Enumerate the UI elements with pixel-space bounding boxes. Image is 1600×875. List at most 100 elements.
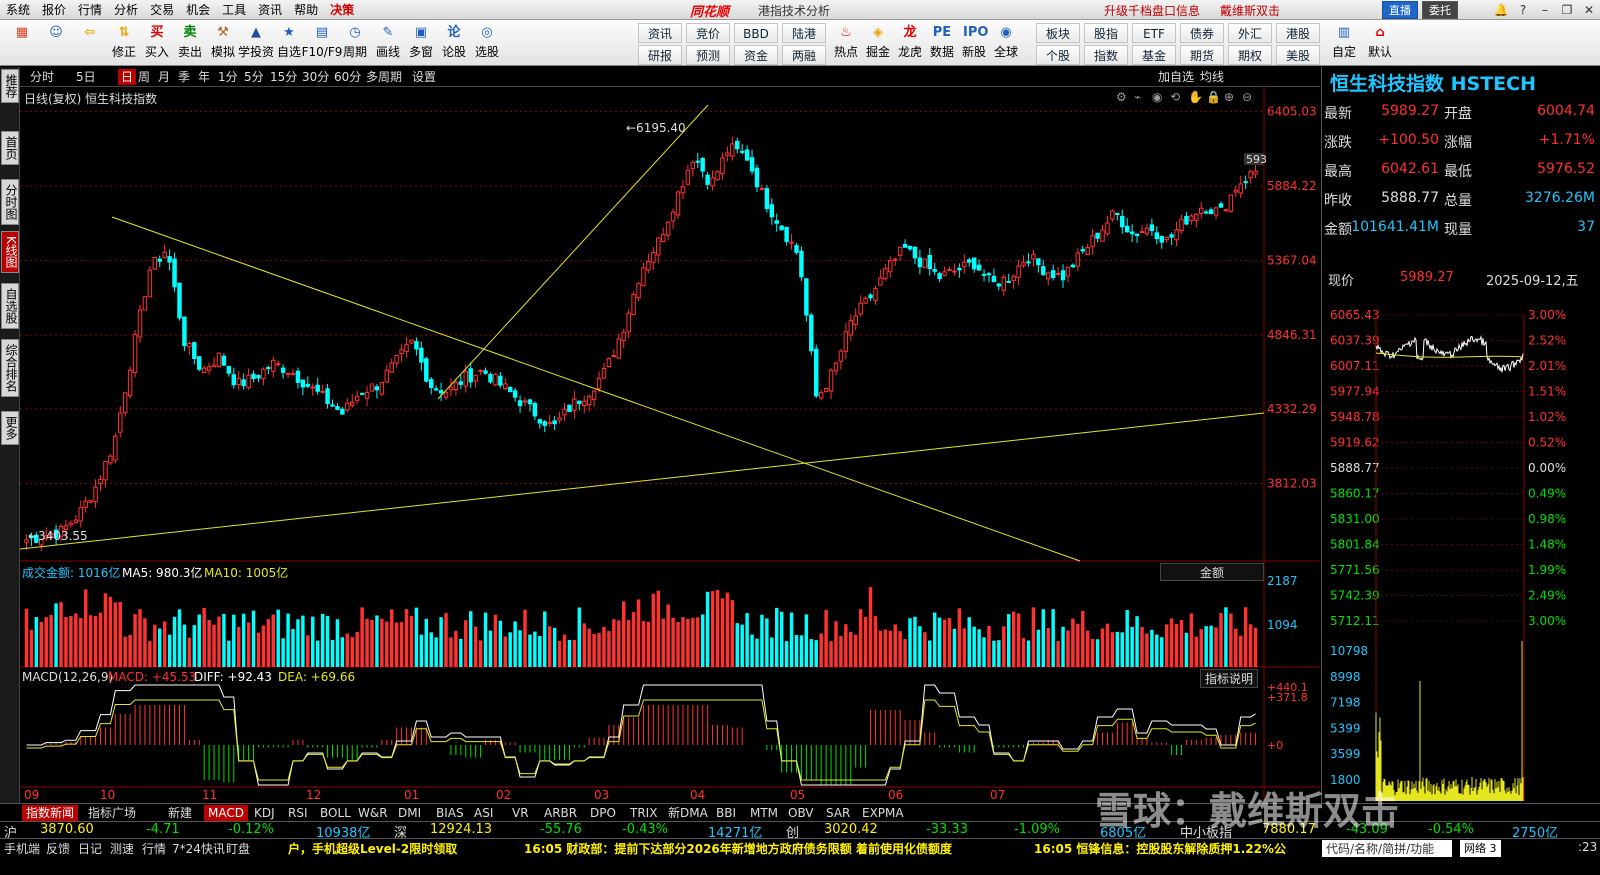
period-3[interactable]: 周: [138, 69, 150, 85]
status-item-1[interactable]: 反馈: [46, 840, 70, 857]
indicator-tab-10[interactable]: ASI: [474, 805, 493, 821]
toolbar-button-home[interactable]: ⌂ 默认: [1364, 22, 1396, 64]
menu-item-6[interactable]: 工具: [216, 0, 252, 20]
status-item-3[interactable]: 测速: [110, 840, 134, 857]
indicator-tab-14[interactable]: TRIX: [630, 805, 657, 821]
indicator-tab-19[interactable]: SAR: [826, 805, 850, 821]
menu-item-1[interactable]: 报价: [36, 0, 72, 20]
quick-button-1-1[interactable]: 预测: [686, 45, 730, 65]
news-ticker-3[interactable]: 16:05 恒锋信息：控股股东解除质押1.22%公: [1034, 840, 1286, 857]
status-item-0[interactable]: 手机端: [4, 840, 40, 857]
leftnav-5[interactable]: 综合排名: [1, 339, 19, 397]
quick-button-1-2[interactable]: 资金: [734, 45, 778, 65]
period-11[interactable]: 60分: [334, 69, 361, 85]
indicator-tab-9[interactable]: BIAS: [436, 805, 464, 821]
menu-item-2[interactable]: 行情: [72, 0, 108, 20]
toolbar-button-robot[interactable]: ☺: [40, 22, 72, 64]
market-button-1-1[interactable]: 指数: [1084, 45, 1128, 65]
period-0[interactable]: 分时: [30, 69, 54, 85]
indicator-tab-6[interactable]: BOLL: [320, 805, 351, 821]
toolbar-button-globe[interactable]: ◉ 全球: [990, 22, 1022, 64]
leftnav-2[interactable]: 分时图: [1, 179, 19, 225]
period-13[interactable]: 设置: [412, 69, 436, 85]
status-item-2[interactable]: 日记: [78, 840, 102, 857]
period-9[interactable]: 15分: [270, 69, 297, 85]
toolbar-button-select[interactable]: ◎ 选股: [471, 22, 503, 64]
promo-link-level2[interactable]: 升级千档盘口信息: [1104, 2, 1200, 19]
ma-toggle[interactable]: 均线: [1200, 69, 1224, 85]
menu-item-4[interactable]: 交易: [144, 0, 180, 20]
indicator-tab-15[interactable]: 新DMA: [668, 805, 708, 821]
quick-button-1-0[interactable]: 研报: [638, 45, 682, 65]
market-button-1-0[interactable]: 个股: [1036, 45, 1080, 65]
search-box[interactable]: 代码/名称/简拼/功能: [1322, 840, 1452, 857]
leftnav-4[interactable]: 自选股: [1, 283, 19, 329]
period-2[interactable]: 日: [118, 69, 137, 85]
market-button-0-2[interactable]: ETF: [1132, 23, 1176, 43]
menu-item-5[interactable]: 机会: [180, 0, 216, 20]
leftnav-1[interactable]: 首页: [1, 131, 19, 165]
indicator-tab-12[interactable]: ARBR: [544, 805, 577, 821]
indicator-tab-1[interactable]: 指标广场: [88, 805, 136, 821]
volume-selector[interactable]: 金额: [1160, 563, 1264, 581]
indicator-tab-8[interactable]: DMI: [398, 805, 421, 821]
status-item-4[interactable]: 行情: [142, 840, 166, 857]
status-item-6[interactable]: 盯盘: [226, 840, 250, 857]
sz-value[interactable]: 12924.13: [430, 822, 492, 837]
close-icon[interactable]: ✕: [1578, 0, 1600, 20]
market-button-0-0[interactable]: 板块: [1036, 23, 1080, 43]
market-button-0-1[interactable]: 股指: [1084, 23, 1128, 43]
period-10[interactable]: 30分: [302, 69, 329, 85]
indicator-tab-13[interactable]: DPO: [590, 805, 616, 821]
indicator-tab-2[interactable]: 新建: [168, 805, 192, 821]
bell-icon[interactable]: 🔔: [1490, 0, 1512, 20]
leftnav-0[interactable]: 推荐: [1, 69, 19, 103]
menu-item-3[interactable]: 分析: [108, 0, 144, 20]
leftnav-3[interactable]: K线图: [1, 231, 19, 273]
quick-button-0-0[interactable]: 资讯: [638, 23, 682, 43]
period-12[interactable]: 多周期: [366, 69, 402, 85]
market-button-0-5[interactable]: 港股: [1276, 23, 1320, 43]
minimize-icon[interactable]: –: [1534, 0, 1556, 20]
quick-button-1-3[interactable]: 两融: [782, 45, 826, 65]
indicator-tab-11[interactable]: VR: [512, 805, 529, 821]
indicator-tab-16[interactable]: BBI: [716, 805, 736, 821]
market-button-1-2[interactable]: 基金: [1132, 45, 1176, 65]
indicator-help-button[interactable]: 指标说明: [1200, 669, 1259, 688]
restore-icon[interactable]: ❐: [1556, 0, 1578, 20]
live-button[interactable]: 直播: [1382, 1, 1418, 19]
indicator-tab-4[interactable]: KDJ: [254, 805, 275, 821]
menu-item-9[interactable]: 决策: [324, 0, 360, 20]
indicator-tab-7[interactable]: W&R: [358, 805, 388, 821]
menu-item-7[interactable]: 资讯: [252, 0, 288, 20]
quick-button-0-1[interactable]: 竞价: [686, 23, 730, 43]
period-8[interactable]: 5分: [244, 69, 264, 85]
kline-chart[interactable]: 6405.03 5884.22 5367.04 4846.31 4332.29 3812.…: [19, 87, 1320, 802]
promo-link-davis[interactable]: 戴维斯双击: [1220, 2, 1280, 19]
market-button-1-3[interactable]: 期货: [1180, 45, 1224, 65]
leftnav-6[interactable]: 更多: [1, 411, 19, 445]
quick-button-0-2[interactable]: BBD: [734, 23, 778, 43]
cy-value[interactable]: 3020.42: [824, 822, 878, 837]
period-5[interactable]: 季: [178, 69, 190, 85]
status-item-5[interactable]: 7*24快讯: [172, 840, 225, 857]
indicator-tab-0[interactable]: 指数新闻: [22, 805, 79, 821]
indicator-tab-20[interactable]: EXPMA: [862, 805, 904, 821]
period-4[interactable]: 月: [158, 69, 170, 85]
indicator-tab-5[interactable]: RSI: [288, 805, 308, 821]
indicator-tab-17[interactable]: MTM: [750, 805, 778, 821]
menu-item-0[interactable]: 系统: [0, 0, 36, 20]
market-button-0-3[interactable]: 债券: [1180, 23, 1224, 43]
period-1[interactable]: 5日: [76, 69, 96, 85]
market-button-1-4[interactable]: 期权: [1228, 45, 1272, 65]
news-ticker-2[interactable]: 16:05 财政部：提前下达部分2026年新增地方政府债务限额 着前使用化债额度: [524, 840, 952, 857]
market-button-1-5[interactable]: 美股: [1276, 45, 1320, 65]
news-ticker-1[interactable]: 户，手机超级Level-2限时领取: [288, 840, 457, 857]
order-button[interactable]: 委托: [1422, 1, 1458, 19]
help-icon[interactable]: ?: [1512, 0, 1534, 20]
quick-button-0-3[interactable]: 陆港: [782, 23, 826, 43]
sh-value[interactable]: 3870.60: [40, 822, 94, 837]
indicator-tab-18[interactable]: OBV: [788, 805, 814, 821]
period-7[interactable]: 1分: [218, 69, 238, 85]
toolbar-button-custom[interactable]: ▥ 自定: [1328, 22, 1360, 64]
